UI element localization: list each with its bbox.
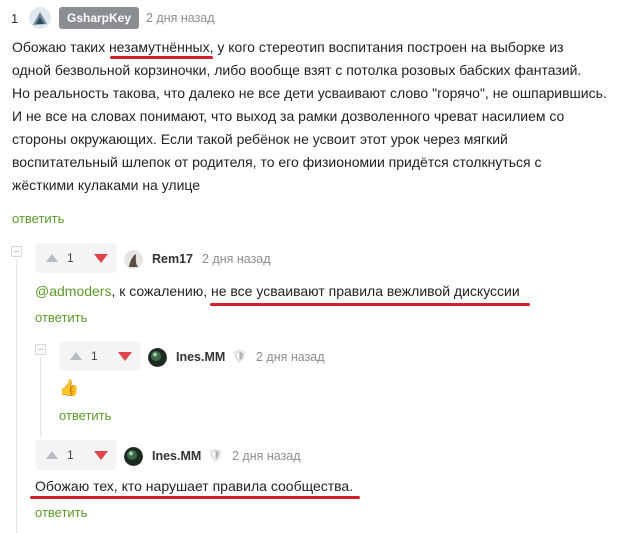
vote-count: 1 xyxy=(67,448,74,462)
vote-count: 1 xyxy=(67,251,74,265)
downvote-icon[interactable] xyxy=(94,451,108,460)
downvote-icon[interactable] xyxy=(94,254,108,263)
avatar[interactable] xyxy=(124,250,143,269)
comment-line: жёсткими кулаками на улице xyxy=(12,177,201,193)
comment-line: И не все на словах понимают, что выход з… xyxy=(12,108,565,124)
thumbs-up-icon: 👍 xyxy=(59,380,79,397)
highlight-underline xyxy=(110,56,213,59)
upvote-icon[interactable] xyxy=(46,254,58,262)
comment-date[interactable]: 2 дня назад xyxy=(256,350,325,364)
upvote-icon[interactable] xyxy=(70,352,82,360)
comment-line: воспитательный шлепок от родителя, то ег… xyxy=(12,154,542,170)
comment-body: Обожаю таких незамутнённых, у кого стере… xyxy=(12,36,622,197)
thread-line xyxy=(40,357,41,437)
vote-count: 1 xyxy=(91,349,98,363)
reply-link[interactable]: ответить xyxy=(59,408,111,423)
comment-date[interactable]: 2 дня назад xyxy=(232,449,301,463)
comment-line: одной безвольной корзиночки, либо вообще… xyxy=(12,62,582,78)
avatar[interactable] xyxy=(148,348,167,367)
comment-line: Обожаю таких незамутнённых, у кого стере… xyxy=(12,39,564,55)
comment-rating: 1 xyxy=(11,11,19,26)
highlight-underline xyxy=(210,303,530,306)
shield-icon: 🛡 xyxy=(208,448,224,462)
comment-date[interactable]: 2 дня назад xyxy=(202,252,271,266)
upvote-icon[interactable] xyxy=(46,451,58,459)
avatar[interactable] xyxy=(29,7,51,29)
comment-body: Обожаю тех, кто нарушает правила сообщес… xyxy=(35,478,354,494)
comment-date[interactable]: 2 дня назад xyxy=(146,11,215,25)
reply-link[interactable]: ответить xyxy=(35,310,87,325)
avatar[interactable] xyxy=(124,447,143,466)
author-name[interactable]: Ines.MM xyxy=(152,449,201,463)
shield-icon: 🛡 xyxy=(232,349,248,363)
comment-line: стороны окружающих. Если такой ребёнок н… xyxy=(12,131,508,147)
reply-link[interactable]: ответить xyxy=(35,505,87,520)
collapse-thread-button[interactable] xyxy=(35,344,46,355)
comment-body: @admoders, к сожалению, не все усваивают… xyxy=(35,280,520,303)
author-name[interactable]: Ines.MM xyxy=(176,350,225,364)
comment-line: Но реальность такова, что далеко не все … xyxy=(12,85,607,101)
author-name[interactable]: GsharpKey xyxy=(59,7,140,29)
user-mention[interactable]: @admoders xyxy=(35,283,111,299)
comment-text: , к сожалению, не все усваивают правила … xyxy=(111,283,520,299)
downvote-icon[interactable] xyxy=(118,352,132,361)
collapse-thread-button[interactable] xyxy=(11,246,22,257)
reply-link[interactable]: ответить xyxy=(12,211,64,226)
highlight-underline xyxy=(30,496,360,499)
thread-line xyxy=(16,259,17,533)
author-name[interactable]: Rem17 xyxy=(152,252,193,266)
